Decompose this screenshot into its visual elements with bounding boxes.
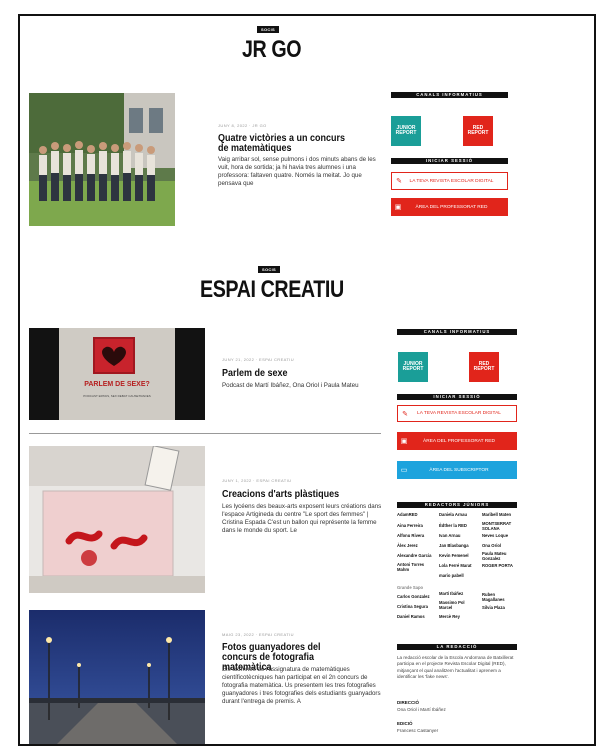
post-thumbnail[interactable]: PARLEM DE SEXE? PODCAST ERTAIS, SEX DEBA… [29,328,205,420]
redactor-name[interactable]: Ona Oriol [482,543,501,548]
post-meta: JUNY 1, 2022 · ESPAI CREATIU [222,478,292,483]
post-meta: JUNY 8, 2022 · JR GO [218,123,267,128]
redactor-name[interactable]: MONTSERRAT SOLANA [482,521,516,531]
direccio-value: Ona Oriol i Martí Ibáñez [397,707,446,712]
button-label: ÀREA DEL PROFESSORAT RED [415,204,488,210]
button-label: LA TEVA REVISTA ESCOLAR DIGITAL [409,178,494,184]
widget-heading-iniciar: INICIAR SESSIÓ [397,394,517,400]
post-meta: MAIG 23, 2022 · ESPAI CREATIU [222,632,294,637]
redactor-name[interactable]: Lola Ferré Marat [439,563,472,568]
redactor-name[interactable]: Kevin Femenel [439,553,469,558]
redactor-name[interactable]: Èdther la RED [439,523,467,528]
page-frame: SOCIS JR GO JUNY 8, 2022 · JR GO Quatre … [18,14,596,746]
redactor-name[interactable]: ROGER PORTA [482,563,513,568]
redactor-name[interactable]: Martí Ibáñez [439,591,463,596]
art-installation-image [29,446,205,593]
post-meta: JUNY 21, 2022 · ESPAI CREATIU [222,357,295,362]
redactors-list: AdamRED Daniela Arnau Maribell Maten Ain… [397,512,522,652]
pencil-icon: ✎ [402,410,408,418]
redactor-name[interactable]: AdamRED [397,512,417,517]
widget-heading-canals: CANALS INFORMATIUS [397,329,517,335]
redactor-name[interactable]: Alfonu Rivera [397,533,424,538]
direccio-label: DIRECCIÓ [397,700,420,705]
section-title-espai-creatiu[interactable]: ESPAI CREATIU [200,276,344,304]
junior-report-logo[interactable]: JUNIOR REPORT [398,352,428,382]
redactor-name[interactable]: Alexandre Garcia [397,553,431,558]
clipboard-icon: ▣ [394,204,402,211]
redactor-name[interactable]: Daniel Ramos [397,614,425,619]
widget-heading-canals: CANALS INFORMATIUS [391,92,508,98]
area-professorat-button[interactable]: ▣ ÀREA DEL PROFESSORAT RED [391,198,508,216]
widget-heading-redaccio: LA REDACCIÓ [397,644,517,650]
redactor-name[interactable]: Antoni Torres Mahm [397,562,435,572]
post-thumbnail[interactable] [29,446,205,593]
group-photo-image [29,93,175,226]
redactor-name[interactable]: Paula Mateu Gonzalez [482,551,516,561]
redactor-name[interactable]: Carlos Gonzalez [397,594,430,599]
redactor-name[interactable]: mario pabell [439,573,464,578]
post-excerpt: Els alumnes de l'assignatura de matemàti… [222,666,381,705]
edicio-label: EDICIÓ [397,721,413,726]
redaccio-description: La redacció escolar de la Escola Andorra… [397,655,514,679]
section-title-jr-go[interactable]: JR GO [242,36,302,64]
widget-heading-iniciar: INICIAR SESSIÓ [391,158,508,164]
redactor-name[interactable]: Daniela Arnau [439,512,467,517]
podcast-cover-image [29,328,205,420]
red-report-logo[interactable]: RED REPORT [469,352,499,382]
post-title[interactable]: Quatre victòries a un concurs de matemàt… [218,134,353,154]
revista-escolar-button[interactable]: ✎ LA TEVA REVISTA ESCOLAR DIGITAL [397,405,517,422]
widget-heading-redactors: REDACTORS JÚNIORS [397,502,517,508]
button-label: ÀREA DEL SUBSCRIPTOR [429,467,489,473]
redactor-name[interactable]: Aina Ferreira [397,523,423,528]
button-label: LA TEVA REVISTA ESCOLAR DIGITAL [417,411,501,416]
section-tag[interactable]: SOCIS [257,26,279,33]
redactor-name[interactable]: Mercè Rey [439,614,460,619]
post-thumbnail[interactable] [29,610,205,744]
redactor-name[interactable]: Neves Loque [482,533,508,538]
post-divider [29,433,381,434]
podcast-cover-title: PARLEM DE SEXE? [84,381,150,388]
button-label: ÀREA DEL PROFESSORAT RED [423,438,495,444]
edicio-value: Francesc Castanyer [397,728,439,733]
redactor-name[interactable]: Grande Sapo [397,585,423,590]
revista-escolar-button[interactable]: ✎ LA TEVA REVISTA ESCOLAR DIGITAL [391,172,508,190]
redactor-name[interactable]: Silvia Plaza [482,605,505,610]
junior-report-logo[interactable]: JUNIOR REPORT [391,116,421,146]
redactor-name[interactable]: Ivan Arnau [439,533,461,538]
post-excerpt: Vaig arribar sol, sense pulmons i dos mi… [218,156,376,187]
section-tag[interactable]: SOCIS [258,266,280,273]
redactor-name[interactable]: Àlex Jerez [397,543,418,548]
post-excerpt: Podcast de Martí Ibáñez, Ona Oriol i Pau… [222,382,359,389]
pencil-icon: ✎ [396,178,402,185]
post-title[interactable]: Creacions d'arts plàstiques [222,490,357,500]
post-excerpt: Les lycéens des beaux-arts exposent leur… [222,503,382,534]
redactor-name[interactable]: Massimo Pol Marcel [439,600,473,610]
red-report-logo[interactable]: RED REPORT [463,116,493,146]
clipboard-icon: ▣ [400,438,408,445]
folder-icon: ▭ [400,467,408,474]
post-thumbnail[interactable] [29,93,175,226]
redactor-name[interactable]: Jan Blasbanga [439,543,469,548]
redactor-name[interactable]: Maribell Maten [482,512,511,517]
redactor-name[interactable]: Cristina Segura [397,604,428,609]
area-professorat-button[interactable]: ▣ ÀREA DEL PROFESSORAT RED [397,432,517,450]
redactor-name[interactable]: Ruben Magallanes [482,592,516,602]
podcast-cover-subtitle: PODCAST ERTAIS, SEX DEBAT CAUSETRADES [83,394,151,398]
post-title[interactable]: Parlem de sexe [222,369,357,379]
night-street-photo [29,610,205,744]
area-subscriptor-button[interactable]: ▭ ÀREA DEL SUBSCRIPTOR [397,461,517,479]
